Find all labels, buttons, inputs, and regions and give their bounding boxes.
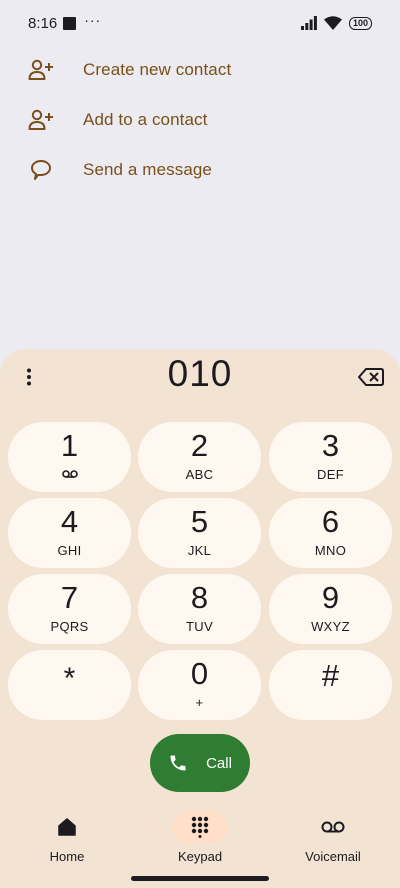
key-letters: WXYZ	[311, 619, 350, 634]
battery-level: 100	[352, 18, 368, 28]
voicemail-icon	[321, 821, 345, 833]
key-6[interactable]: 6 MNO	[269, 498, 392, 568]
dialpad-icon	[191, 816, 209, 838]
wifi-icon	[323, 16, 342, 30]
key-digit: 9	[321, 580, 340, 615]
status-right: 100	[300, 16, 372, 30]
nav-keypad[interactable]: Keypad	[145, 811, 255, 871]
number-row: 010	[0, 349, 400, 407]
nav-label: Home	[49, 849, 85, 864]
voicemail-icon	[61, 470, 78, 478]
backspace-icon	[358, 368, 384, 386]
key-letters: JKL	[187, 543, 212, 558]
call-button[interactable]: Call	[150, 734, 250, 792]
nav-icon-container	[305, 811, 361, 843]
key-9[interactable]: 9 WXYZ	[269, 574, 392, 644]
key-digit: 3	[321, 428, 340, 463]
add-person-icon	[28, 57, 54, 83]
call-label: Call	[206, 754, 232, 772]
action-label: Send a message	[83, 160, 212, 179]
signal-icon	[300, 16, 317, 30]
key-letters: GHI	[57, 543, 82, 558]
dialer-sheet: 010 1 2 ABC 3 DEF 4 GHI 5 JKL 6 MNO 7 PQ…	[0, 349, 400, 888]
create-new-contact-button[interactable]: Create new contact	[0, 45, 400, 95]
phone-icon	[170, 755, 186, 771]
key-digit: #	[321, 658, 340, 693]
notification-square-icon	[63, 16, 77, 30]
key-3[interactable]: 3 DEF	[269, 422, 392, 492]
key-digit: 7	[60, 580, 79, 615]
key-letters: ABC	[185, 467, 214, 482]
status-time: 8:16	[28, 14, 58, 32]
home-indicator[interactable]	[131, 876, 269, 881]
key-digit: 1	[60, 428, 79, 463]
key-hash[interactable]: #	[269, 650, 392, 720]
key-letters: +	[195, 695, 204, 710]
status-bar: 8:16 ··· 100	[0, 0, 400, 46]
nav-icon-container	[172, 811, 228, 843]
key-digit: 5	[190, 504, 209, 539]
home-icon	[58, 818, 76, 836]
key-7[interactable]: 7 PQRS	[8, 574, 131, 644]
action-label: Create new contact	[83, 60, 232, 79]
dialed-number[interactable]: 010	[0, 353, 400, 395]
key-letters: TUV	[186, 619, 213, 634]
key-2[interactable]: 2 ABC	[138, 422, 261, 492]
send-message-button[interactable]: Send a message	[0, 145, 400, 195]
nav-home[interactable]: Home	[12, 811, 122, 871]
nav-icon-container	[39, 811, 95, 843]
add-person-icon	[28, 107, 54, 133]
key-letters: MNO	[314, 543, 347, 558]
backspace-button[interactable]	[356, 363, 386, 391]
key-digit: *	[63, 662, 76, 695]
message-bubble-icon	[28, 157, 54, 183]
status-left: 8:16 ···	[28, 12, 102, 32]
key-5[interactable]: 5 JKL	[138, 498, 261, 568]
key-digit: 0	[190, 656, 209, 691]
nav-voicemail[interactable]: Voicemail	[278, 811, 388, 871]
bottom-navigation: Home Keypad Voicemail	[0, 811, 400, 871]
key-digit: 6	[321, 504, 340, 539]
key-digit: 4	[60, 504, 79, 539]
nav-label: Keypad	[177, 849, 223, 864]
key-star[interactable]: *	[8, 650, 131, 720]
battery-icon: 100	[348, 16, 372, 30]
more-notifications-icon: ···	[84, 12, 102, 28]
key-0[interactable]: 0 +	[138, 650, 261, 720]
add-to-contact-button[interactable]: Add to a contact	[0, 95, 400, 145]
key-4[interactable]: 4 GHI	[8, 498, 131, 568]
key-digit: 2	[190, 428, 209, 463]
nav-label: Voicemail	[305, 849, 361, 864]
key-letters: DEF	[317, 467, 344, 482]
key-digit: 8	[190, 580, 209, 615]
key-1[interactable]: 1	[8, 422, 131, 492]
action-label: Add to a contact	[83, 110, 208, 129]
key-letters: PQRS	[50, 619, 89, 634]
number-actions-list: Create new contact Add to a contact Send…	[0, 45, 400, 195]
key-8[interactable]: 8 TUV	[138, 574, 261, 644]
